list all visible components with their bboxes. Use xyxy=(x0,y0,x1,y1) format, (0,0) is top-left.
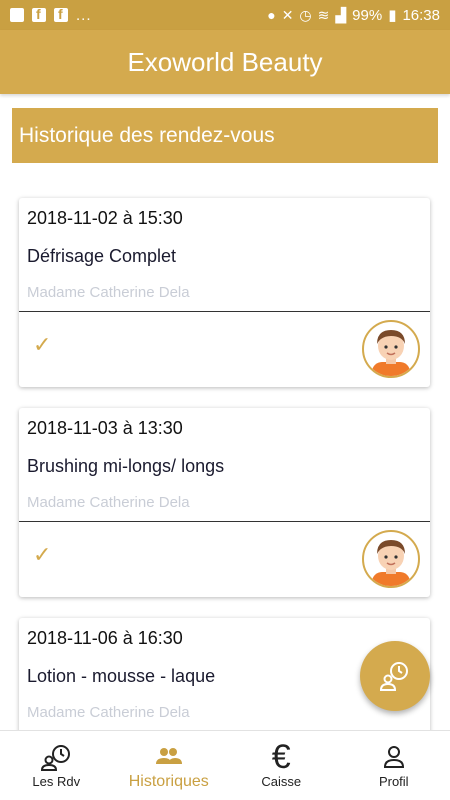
appointment-date: 2018-11-06 à 16:30 xyxy=(27,628,183,648)
location-icon: ● xyxy=(267,7,276,23)
appointment-date: 2018-11-02 à 15:30 xyxy=(27,208,183,228)
appointment-client: Madame Catherine Dela xyxy=(27,494,190,511)
avatar[interactable] xyxy=(362,320,420,378)
section-title: Historique des rendez-vous xyxy=(19,123,275,147)
nav-label-les-rdv: Les Rdv xyxy=(32,774,81,789)
nav-label-historiques: Historiques xyxy=(128,772,209,790)
card-divider xyxy=(19,521,430,522)
check-icon: ✓ xyxy=(33,332,52,357)
alarm-icon: ◷ xyxy=(299,6,312,23)
appointment-service: Lotion - mousse - laque xyxy=(27,666,216,686)
app-title: Exoworld Beauty xyxy=(127,46,323,77)
clock: 16:38 xyxy=(402,6,440,24)
avatar-icon xyxy=(372,330,410,376)
person-icon xyxy=(383,742,405,772)
avatar[interactable] xyxy=(362,530,420,588)
facebook-notification-icon xyxy=(32,6,46,22)
history-fab-button[interactable] xyxy=(360,641,430,711)
nav-label-profil: Profil xyxy=(378,774,409,789)
facebook-notification-icon-2 xyxy=(54,6,68,22)
appointment-service: Brushing mi-longs/ longs xyxy=(27,456,225,476)
euro-icon: € xyxy=(271,738,291,776)
appointment-service: Défrisage Complet xyxy=(27,246,177,266)
nav-label-caisse: Caisse xyxy=(261,774,302,789)
battery-icon: ▮ xyxy=(388,7,397,24)
wifi-icon: ≋ xyxy=(317,6,330,23)
card-divider xyxy=(19,311,430,312)
app-bar: Exoworld Beauty xyxy=(0,30,450,94)
nav-item-profil[interactable]: Profil xyxy=(338,731,450,800)
appointment-card[interactable]: 2018-11-03 à 13:30 Brushing mi-longs/ lo… xyxy=(19,408,430,597)
signal-icon: ▟ xyxy=(335,6,347,23)
battery-level: 99% xyxy=(352,6,383,24)
nav-item-caisse[interactable]: € Caisse xyxy=(225,731,338,800)
appointment-client: Madame Catherine Dela xyxy=(27,704,190,721)
bottom-nav: Les Rdv Historiques € Caisse Profil xyxy=(0,730,450,800)
person-clock-icon xyxy=(379,662,408,691)
section-header: Historique des rendez-vous xyxy=(12,108,438,163)
image-notification-icon xyxy=(10,8,24,22)
appointment-date: 2018-11-03 à 13:30 xyxy=(27,418,183,438)
calendar-clock-icon xyxy=(39,742,73,772)
appointment-client: Madame Catherine Dela xyxy=(27,284,190,301)
check-icon: ✓ xyxy=(33,542,52,567)
mute-icon: ✕ xyxy=(281,6,294,23)
status-bar: ... ● ✕ ◷ ≋ ▟ 99% ▮ 16:38 xyxy=(0,0,450,30)
nav-item-historiques[interactable]: Historiques xyxy=(113,731,226,800)
appointment-card[interactable]: 2018-11-02 à 15:30 Défrisage Complet Mad… xyxy=(19,198,430,387)
more-notifications: ... xyxy=(76,6,92,24)
people-icon xyxy=(154,741,184,771)
nav-item-les-rdv[interactable]: Les Rdv xyxy=(0,731,113,800)
avatar-icon xyxy=(372,540,410,586)
